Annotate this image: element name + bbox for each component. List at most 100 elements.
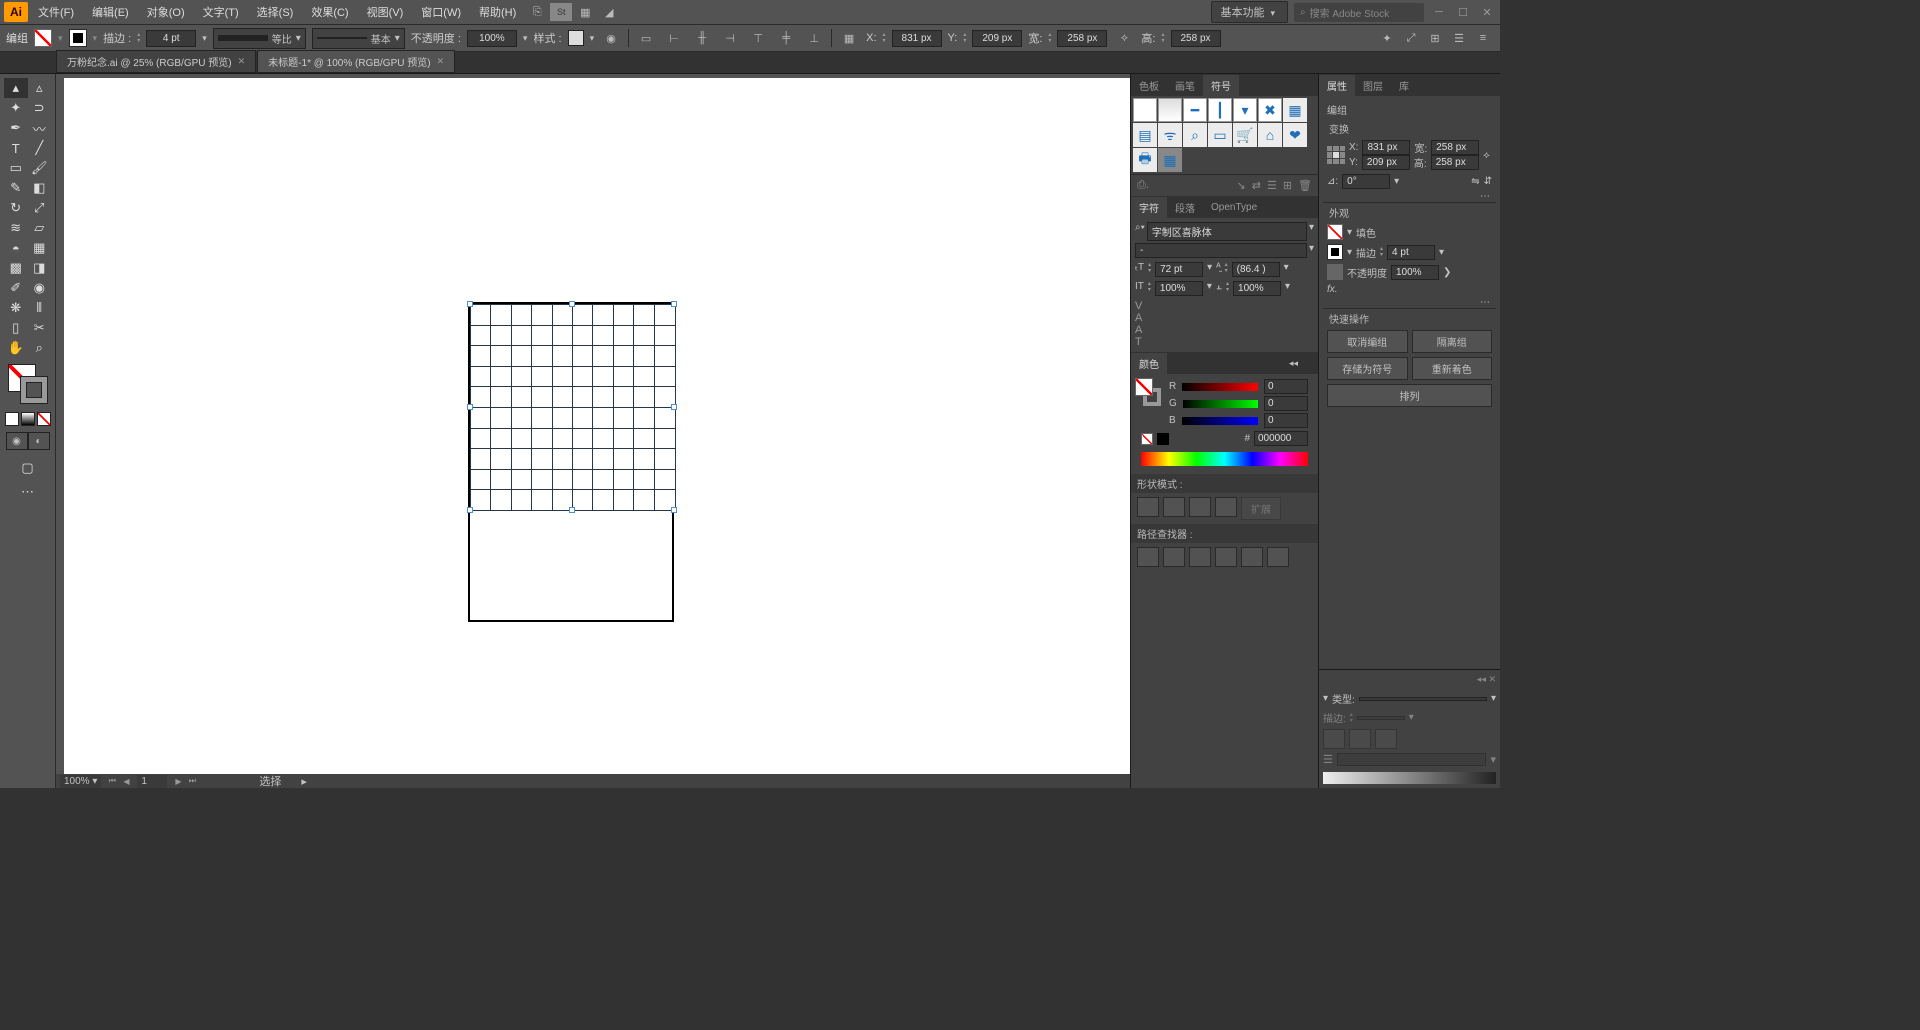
slice-tool[interactable]: ✂	[28, 318, 52, 338]
panel-toggle-icon[interactable]: ☰	[1448, 29, 1470, 47]
workspace-switcher[interactable]: 基本功能	[1211, 1, 1288, 23]
symbol-item[interactable]: ❤	[1283, 123, 1307, 147]
recolor-icon[interactable]: ◉	[600, 29, 622, 47]
magic-wand-tool[interactable]: ✦	[4, 98, 28, 118]
symbol-delete[interactable]: ✖	[1258, 98, 1282, 122]
align-left-icon[interactable]: ⊢	[663, 29, 685, 47]
search-stock[interactable]: ⌕搜索 Adobe Stock	[1294, 3, 1424, 22]
menu-file[interactable]: 文件(F)	[30, 1, 82, 23]
ref-point[interactable]	[1327, 146, 1345, 164]
selection-handle[interactable]	[467, 301, 473, 307]
divide-icon[interactable]	[1137, 547, 1159, 567]
symbol-item[interactable]	[1133, 98, 1157, 122]
zoom-tool[interactable]: ⌕	[28, 338, 52, 358]
prop-fill[interactable]	[1327, 224, 1343, 240]
eyedropper-tool[interactable]: ✐	[4, 278, 28, 298]
g-input[interactable]: 0	[1264, 396, 1308, 411]
spectrum[interactable]	[1141, 452, 1308, 466]
doc-tab-1[interactable]: 万粉纪念.ai @ 25% (RGB/GPU 预览)✕	[56, 50, 256, 73]
tab-brushes[interactable]: 画笔	[1167, 75, 1203, 96]
selection-tool[interactable]: ▴	[4, 78, 28, 98]
rect-tool[interactable]: ▭	[4, 158, 28, 178]
line-tool[interactable]: ╱	[28, 138, 52, 158]
minimize-icon[interactable]: ─	[1430, 5, 1448, 19]
close-tab-icon[interactable]: ✕	[437, 56, 445, 67]
prop-stroke[interactable]	[1327, 244, 1343, 260]
symbol-spray-tool[interactable]: ❋	[4, 298, 28, 318]
symbol-item[interactable]: 🖶	[1133, 148, 1157, 172]
share-icon[interactable]: ⎘	[526, 3, 548, 21]
unite-icon[interactable]	[1137, 497, 1159, 517]
crop-icon[interactable]	[1215, 547, 1237, 567]
b-input[interactable]: 0	[1264, 413, 1308, 428]
leading-input[interactable]: (86.4 )	[1232, 262, 1280, 277]
symbol-item[interactable]: ⌕	[1183, 123, 1207, 147]
exclude-icon[interactable]	[1215, 497, 1237, 517]
screen-mode[interactable]: ▢	[16, 458, 40, 478]
x-input[interactable]: 831 px	[892, 30, 942, 47]
menu-object[interactable]: 对象(O)	[139, 1, 193, 23]
color-mode-swatches[interactable]	[5, 412, 51, 426]
first-artboard-icon[interactable]: ⏮	[105, 775, 119, 787]
arrange-button[interactable]: 排列	[1327, 384, 1492, 407]
minus-back-icon[interactable]	[1267, 547, 1289, 567]
intersect-icon[interactable]	[1189, 497, 1211, 517]
prev-artboard-icon[interactable]: ◀	[119, 775, 133, 787]
stroke-profile[interactable]: 等比 ▾	[213, 28, 306, 49]
new-icon[interactable]: ⊞	[1283, 179, 1292, 192]
draw-mode[interactable]: ◉◐	[6, 432, 50, 450]
mesh-tool[interactable]: ▩	[4, 258, 28, 278]
edit-toolbar[interactable]: ⋯	[16, 482, 40, 502]
selection-handle[interactable]	[671, 404, 677, 410]
selection-handle[interactable]	[467, 404, 473, 410]
gradient-tool[interactable]: ◨	[28, 258, 52, 278]
tab-swatches[interactable]: 色板	[1131, 75, 1167, 96]
symbol-item[interactable]: 🛒	[1233, 123, 1257, 147]
corner3-icon[interactable]	[1375, 729, 1397, 749]
symbol-item[interactable]: ▭	[1208, 123, 1232, 147]
lasso-tool[interactable]: ⊃	[28, 98, 52, 118]
selection-handle[interactable]	[569, 507, 575, 513]
corner2-icon[interactable]	[1349, 729, 1371, 749]
grid-object[interactable]	[470, 304, 674, 510]
gstroke-input[interactable]	[1357, 716, 1405, 720]
transform-icon[interactable]: ⤢	[1400, 29, 1422, 47]
flip-h-icon[interactable]: ⇋	[1471, 176, 1479, 187]
prop-h[interactable]: 258 px	[1431, 155, 1479, 170]
align-mid-icon[interactable]: ╪	[775, 29, 797, 47]
prop-x[interactable]: 831 px	[1362, 140, 1410, 155]
symbol-item[interactable]: ┃	[1208, 98, 1232, 122]
recolor-button[interactable]: 重新着色	[1412, 357, 1493, 380]
opts-icon[interactable]: ☰	[1267, 179, 1277, 192]
symbol-item[interactable]: ▦	[1158, 148, 1182, 172]
symbol-item[interactable]: ▤	[1133, 123, 1157, 147]
next-artboard-icon[interactable]: ▶	[171, 775, 185, 787]
direct-select-tool[interactable]: ▵	[28, 78, 52, 98]
arrange-icon[interactable]: ▦	[574, 3, 596, 21]
graph-tool[interactable]: ⫴	[28, 298, 52, 318]
artboard-tool[interactable]: ▯	[4, 318, 28, 338]
outline-icon[interactable]	[1241, 547, 1263, 567]
expand-button[interactable]: 扩展	[1241, 497, 1281, 520]
align-center-icon[interactable]: ╫	[691, 29, 713, 47]
none-swatch[interactable]	[1141, 433, 1153, 445]
prop-opac[interactable]: 100%	[1391, 265, 1439, 280]
gtype-input[interactable]	[1359, 697, 1487, 701]
save-symbol-button[interactable]: 存储为符号	[1327, 357, 1408, 380]
selection-handle[interactable]	[467, 507, 473, 513]
menu-icon[interactable]: ≡	[1472, 29, 1494, 47]
stock-icon[interactable]: St	[550, 3, 572, 21]
symbol-item[interactable]: ━	[1183, 98, 1207, 122]
prop-opac-sw[interactable]	[1327, 264, 1343, 280]
prop-angle[interactable]: 0°	[1342, 174, 1390, 189]
hand-tool[interactable]: ✋	[4, 338, 28, 358]
fontsize-input[interactable]: 72 pt	[1155, 262, 1203, 277]
corner1-icon[interactable]	[1323, 729, 1345, 749]
link-wh-icon[interactable]: ⟡	[1113, 29, 1135, 47]
close-tab-icon[interactable]: ✕	[238, 56, 246, 67]
rotate-tool[interactable]: ↻	[4, 198, 28, 218]
paintbrush-tool[interactable]: 🖌	[28, 158, 52, 178]
symbol-dropdown[interactable]: ▾	[1233, 98, 1257, 122]
flip-v-icon[interactable]: ⇵	[1484, 176, 1492, 187]
last-artboard-icon[interactable]: ⏭	[185, 775, 199, 787]
